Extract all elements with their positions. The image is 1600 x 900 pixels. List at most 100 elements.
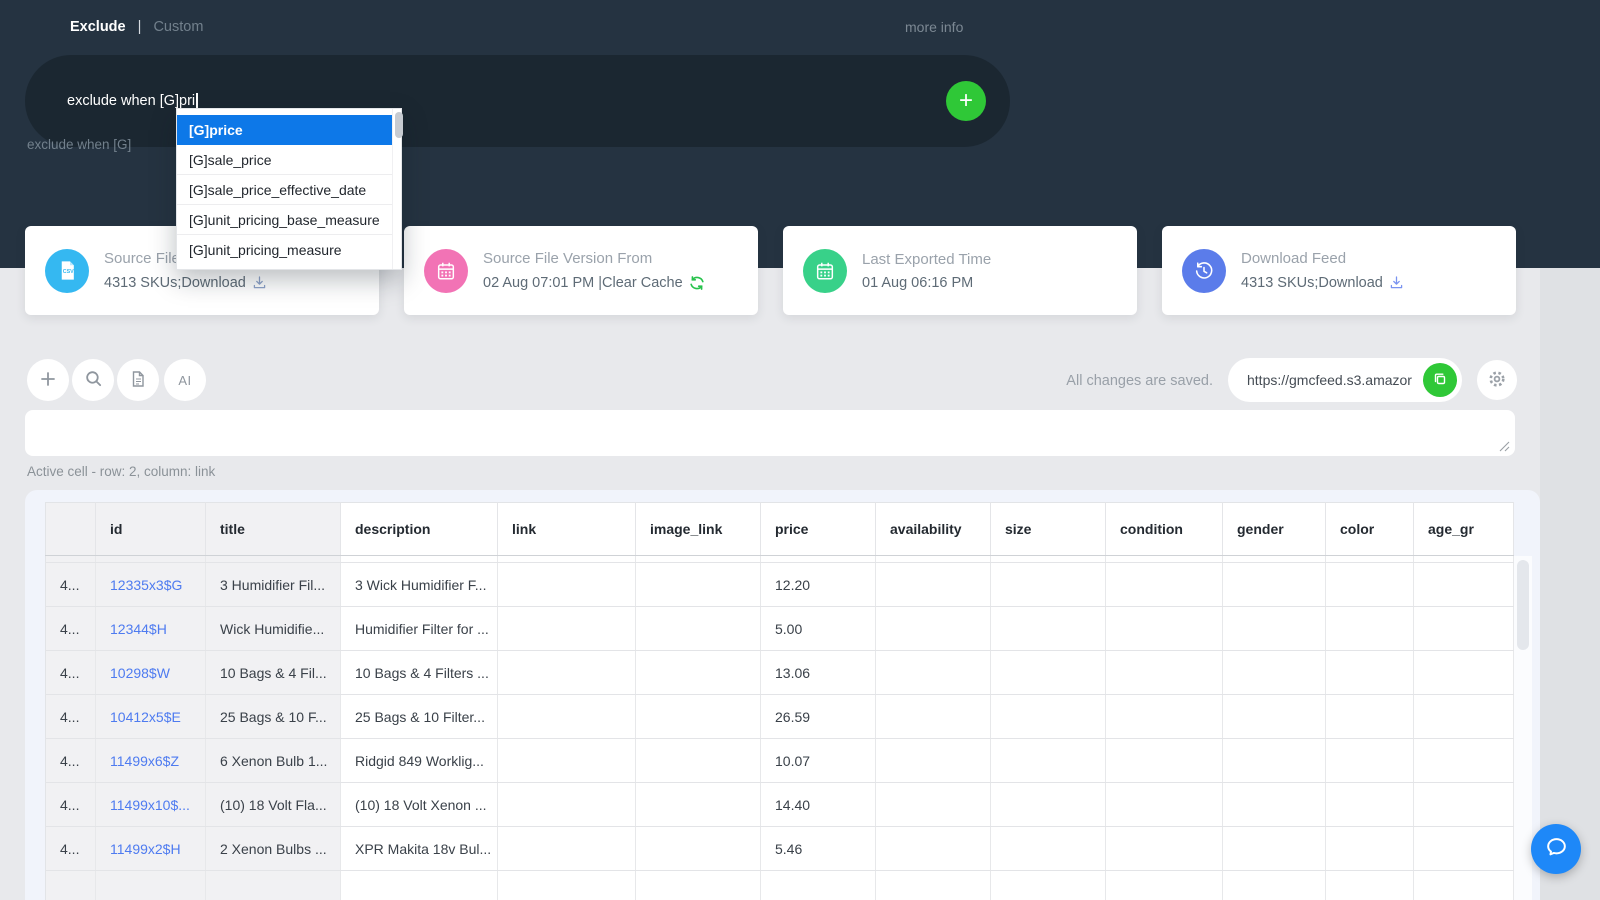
cell-row_num[interactable]: 4... <box>46 827 96 871</box>
cell-availability[interactable] <box>876 827 991 871</box>
cell-image_link[interactable] <box>636 563 761 607</box>
dropdown-scrollbar[interactable] <box>392 109 401 269</box>
cell-gender[interactable] <box>1223 607 1326 651</box>
cell-gender[interactable] <box>1223 563 1326 607</box>
cell-link[interactable] <box>498 827 636 871</box>
cell-color[interactable] <box>1326 556 1414 563</box>
resize-handle[interactable] <box>1499 441 1510 452</box>
cell-title[interactable]: 3 Humidifier Fil... <box>206 563 341 607</box>
col-header-title[interactable]: title <box>206 503 341 556</box>
cell-price[interactable]: 5.00 <box>761 607 876 651</box>
autocomplete-option[interactable]: [G]unit_pricing_measure <box>177 235 392 265</box>
cell-condition[interactable] <box>1106 607 1223 651</box>
cell-availability[interactable] <box>876 695 991 739</box>
cell-size[interactable] <box>991 556 1106 563</box>
cell-id[interactable] <box>96 871 206 900</box>
cell-description[interactable]: 10 Bags & 4 Filters ... <box>341 651 498 695</box>
cell-gender[interactable] <box>1223 783 1326 827</box>
cell-size[interactable] <box>991 739 1106 783</box>
table-scrollbar-thumb[interactable] <box>1517 560 1529 650</box>
cell-id[interactable]: 12344$H <box>96 607 206 651</box>
download-source-link[interactable]: Download <box>181 275 246 291</box>
cell-description[interactable]: XPR Makita 18v Bul... <box>341 827 498 871</box>
clear-cache-link[interactable]: Clear Cache <box>602 275 683 291</box>
cell-title[interactable] <box>206 556 341 563</box>
cell-price[interactable]: 13.06 <box>761 651 876 695</box>
col-header-link[interactable]: link <box>498 503 636 556</box>
cell-gender[interactable] <box>1223 695 1326 739</box>
cell-gender[interactable] <box>1223 739 1326 783</box>
cell-link[interactable] <box>498 607 636 651</box>
dropdown-scrollbar-thumb[interactable] <box>395 112 403 138</box>
cell-title[interactable]: 2 Xenon Bulbs ... <box>206 827 341 871</box>
cell-color[interactable] <box>1326 563 1414 607</box>
download-icon[interactable] <box>251 274 268 291</box>
cell-color[interactable] <box>1326 827 1414 871</box>
cell-image_link[interactable] <box>636 556 761 563</box>
cell-link[interactable] <box>498 783 636 827</box>
cell-id[interactable]: 11499x6$Z <box>96 739 206 783</box>
cell-age_group[interactable] <box>1414 871 1514 900</box>
cell-color[interactable] <box>1326 695 1414 739</box>
cell-image_link[interactable] <box>636 695 761 739</box>
cell-size[interactable] <box>991 651 1106 695</box>
cell-size[interactable] <box>991 695 1106 739</box>
cell-condition[interactable] <box>1106 739 1223 783</box>
product-id-link[interactable]: 12335x3$G <box>110 577 182 593</box>
cell-gender[interactable] <box>1223 827 1326 871</box>
add-rule-button[interactable]: + <box>946 81 986 121</box>
download-feed-link[interactable]: Download <box>1318 275 1383 291</box>
cell-condition[interactable] <box>1106 827 1223 871</box>
search-button[interactable] <box>72 359 114 401</box>
cell-image_link[interactable] <box>636 827 761 871</box>
cell-age_group[interactable] <box>1414 556 1514 563</box>
autocomplete-option[interactable]: [G]sale_price <box>177 145 392 175</box>
autocomplete-option[interactable]: [G]unit_pricing_base_measure <box>177 205 392 235</box>
cell-image_link[interactable] <box>636 871 761 900</box>
cell-color[interactable] <box>1326 871 1414 900</box>
cell-row_num[interactable]: 4... <box>46 695 96 739</box>
cell-price[interactable]: 12.20 <box>761 563 876 607</box>
cell-gender[interactable] <box>1223 651 1326 695</box>
cell-condition[interactable] <box>1106 783 1223 827</box>
cell-title[interactable]: Wick Humidifie... <box>206 607 341 651</box>
col-header-price[interactable]: price <box>761 503 876 556</box>
col-header-availability[interactable]: availability <box>876 503 991 556</box>
autocomplete-option[interactable]: [G]price <box>177 115 392 145</box>
col-header-condition[interactable]: condition <box>1106 503 1223 556</box>
cell-description[interactable]: 3 Wick Humidifier F... <box>341 563 498 607</box>
cell-age_group[interactable] <box>1414 827 1514 871</box>
cell-size[interactable] <box>991 827 1106 871</box>
cell-description[interactable]: 25 Bags & 10 Filter... <box>341 695 498 739</box>
cell-size[interactable] <box>991 783 1106 827</box>
cell-title[interactable]: 10 Bags & 4 Fil... <box>206 651 341 695</box>
download-icon[interactable] <box>1388 274 1405 291</box>
cell-age_group[interactable] <box>1414 783 1514 827</box>
cell-condition[interactable] <box>1106 563 1223 607</box>
cell-size[interactable] <box>991 563 1106 607</box>
cell-image_link[interactable] <box>636 651 761 695</box>
cell-price[interactable]: 14.40 <box>761 783 876 827</box>
product-id-link[interactable]: 10298$W <box>110 665 170 681</box>
cell-id[interactable]: 10412x5$E <box>96 695 206 739</box>
settings-button[interactable] <box>1477 360 1517 400</box>
col-header-gender[interactable]: gender <box>1223 503 1326 556</box>
table-vertical-scrollbar[interactable] <box>1514 556 1532 900</box>
cell-description[interactable] <box>341 556 498 563</box>
cell-age_group[interactable] <box>1414 607 1514 651</box>
cell-gender[interactable] <box>1223 556 1326 563</box>
cell-title[interactable] <box>206 871 341 900</box>
cell-size[interactable] <box>991 607 1106 651</box>
cell-availability[interactable] <box>876 739 991 783</box>
cell-row_num[interactable]: 4... <box>46 739 96 783</box>
cell-description[interactable]: Humidifier Filter for ... <box>341 607 498 651</box>
formula-bar[interactable] <box>25 410 1515 456</box>
cell-price[interactable] <box>761 871 876 900</box>
cell-row_num[interactable]: 4... <box>46 651 96 695</box>
cell-condition[interactable] <box>1106 695 1223 739</box>
product-id-link[interactable]: 11499x2$H <box>110 841 181 857</box>
cell-row_num[interactable] <box>46 556 96 563</box>
file-button[interactable] <box>117 359 159 401</box>
cell-link[interactable] <box>498 651 636 695</box>
cell-title[interactable]: (10) 18 Volt Fla... <box>206 783 341 827</box>
